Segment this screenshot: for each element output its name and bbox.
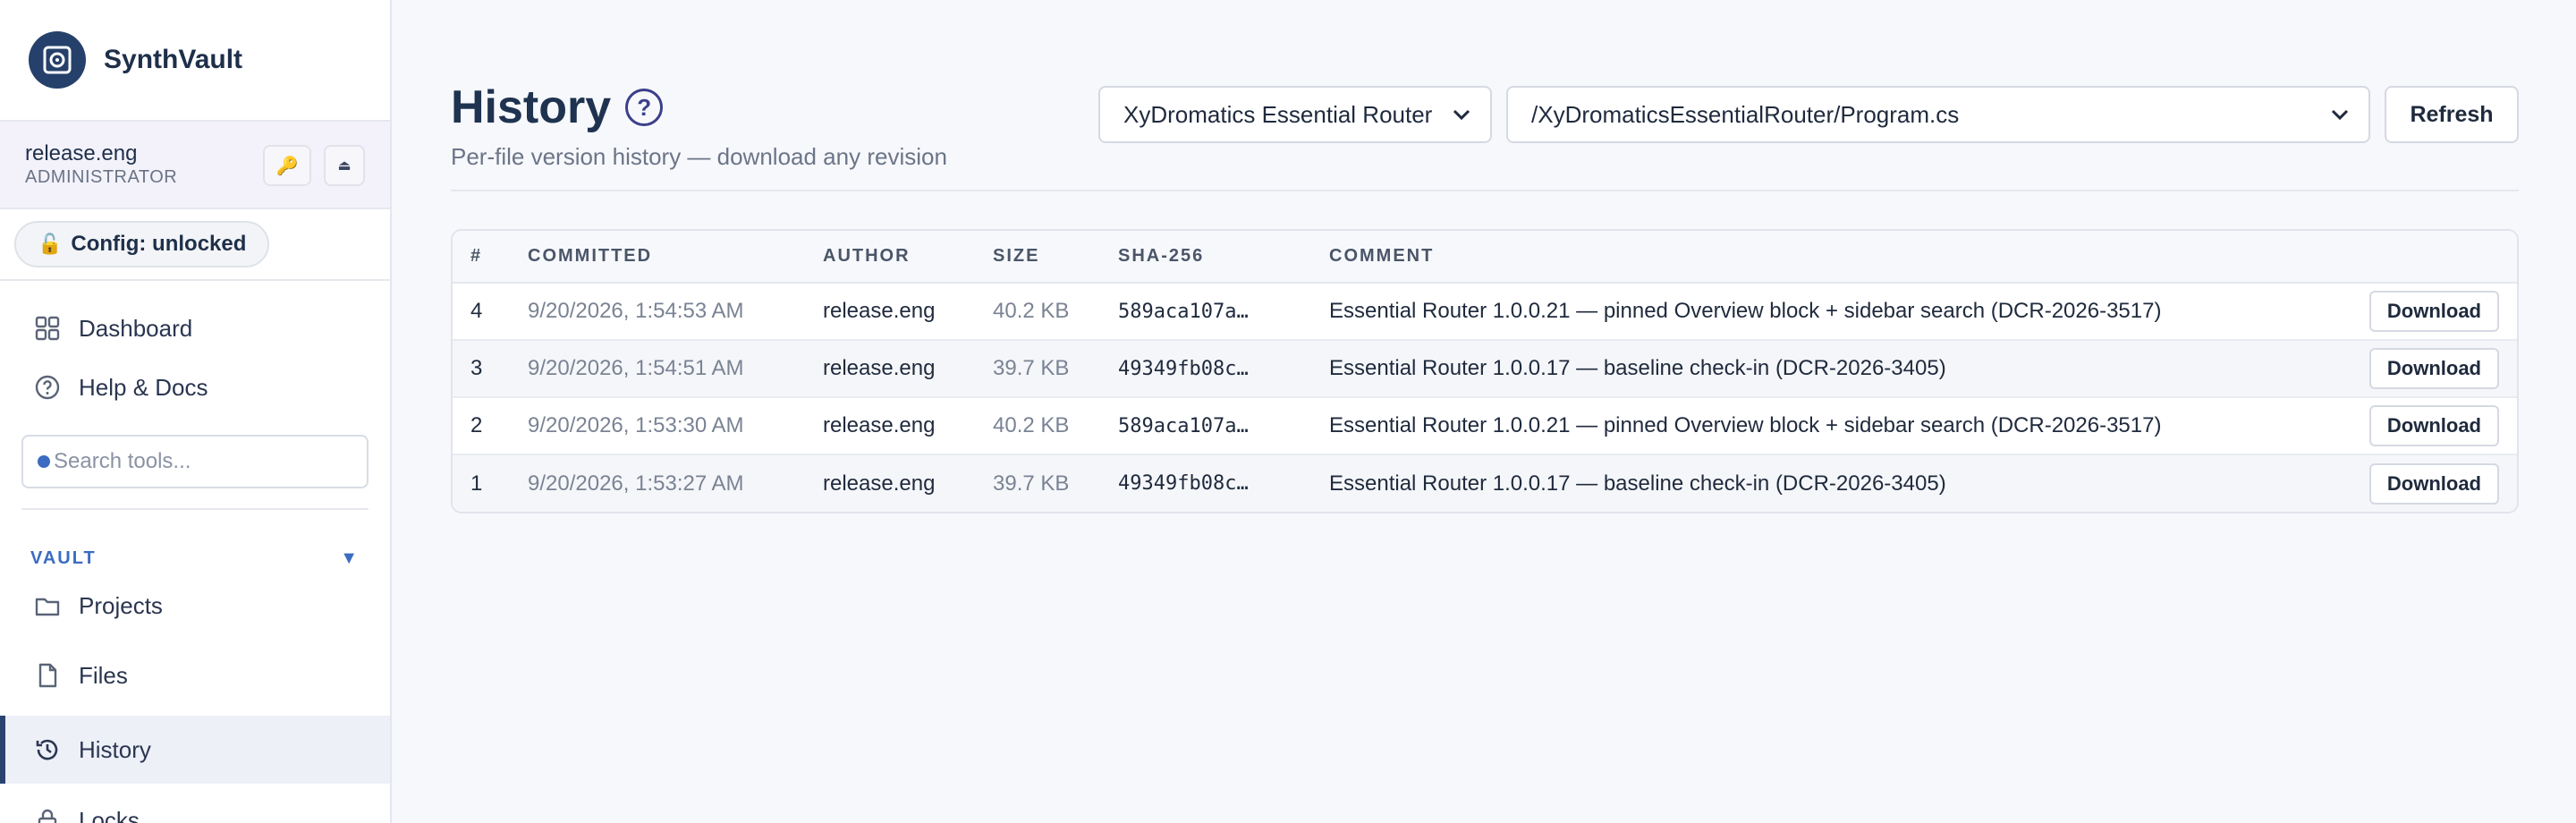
revision-number: 2: [453, 397, 510, 455]
project-select-value: XyDromatics Essential Router: [1123, 100, 1433, 128]
column-header-sha: SHA-256: [1100, 231, 1311, 284]
project-select[interactable]: XyDromatics Essential Router: [1098, 86, 1492, 143]
committed-time: 9/20/2026, 1:53:27 AM: [510, 454, 805, 512]
file-size: 39.7 KB: [975, 340, 1100, 398]
committed-time: 9/20/2026, 1:53:30 AM: [510, 397, 805, 455]
author: release.eng: [805, 283, 975, 341]
file-size: 40.2 KB: [975, 283, 1100, 341]
column-header-committed: COMMITTED: [510, 231, 805, 284]
author: release.eng: [805, 340, 975, 398]
sidebar-item-locks[interactable]: Locks: [0, 791, 390, 823]
commit-comment: Essential Router 1.0.0.17 — baseline che…: [1311, 454, 2338, 512]
user-role: ADMINISTRATOR: [25, 167, 178, 187]
user-card: release.eng ADMINISTRATOR 🔑 ⏏: [0, 122, 390, 209]
sidebar-item-history[interactable]: History: [0, 716, 390, 784]
sidebar: SynthVault release.eng ADMINISTRATOR 🔑 ⏏…: [0, 0, 392, 823]
download-button[interactable]: Download: [2368, 348, 2499, 389]
search-icon: [38, 455, 50, 468]
column-header-actions: [2338, 231, 2517, 284]
section-vault-toggle[interactable]: VAULT ▼: [0, 540, 390, 576]
revision-number: 3: [453, 340, 510, 398]
sha-hash: 49349fb08c…: [1100, 340, 1311, 398]
committed-time: 9/20/2026, 1:54:53 AM: [510, 283, 805, 341]
config-status-label: Config: unlocked: [71, 232, 247, 256]
sidebar-item-label: Locks: [79, 806, 140, 823]
key-icon: 🔑: [275, 156, 299, 176]
user-name: release.eng: [25, 141, 138, 165]
commit-comment: Essential Router 1.0.0.21 — pinned Overv…: [1311, 283, 2338, 341]
sidebar-item-label: Dashboard: [79, 314, 193, 342]
column-header-comment: COMMENT: [1311, 231, 2338, 284]
caret-down-icon: ▼: [340, 547, 360, 568]
config-status-badge[interactable]: 🔓 Config: unlocked: [14, 221, 270, 267]
tool-search-input[interactable]: Search tools...: [21, 435, 369, 488]
column-header-size: SIZE: [975, 231, 1100, 284]
column-header-author: AUTHOR: [805, 231, 975, 284]
author: release.eng: [805, 454, 975, 512]
help-icon[interactable]: ?: [625, 89, 664, 126]
folder-icon: [35, 598, 60, 616]
commit-comment: Essential Router 1.0.0.17 — baseline che…: [1311, 340, 2338, 398]
page-subtitle: Per-file version history — download any …: [451, 143, 947, 170]
table-row: 2 9/20/2026, 1:53:30 AM release.eng 40.2…: [453, 397, 2517, 455]
sidebar-item-label: Files: [79, 661, 128, 689]
brand-name: SynthVault: [104, 45, 243, 74]
sidebar-item-dashboard[interactable]: Dashboard: [0, 299, 390, 358]
sidebar-item-files[interactable]: Files: [0, 646, 390, 705]
table-header-row: # COMMITTED AUTHOR SIZE SHA-256 COMMENT: [453, 231, 2517, 284]
unlocked-lock-icon: 🔓: [38, 233, 63, 255]
revision-number: 1: [453, 454, 510, 512]
sidebar-item-help-docs[interactable]: Help & Docs: [0, 358, 390, 417]
sidebar-item-label: Projects: [79, 591, 163, 619]
file-size: 39.7 KB: [975, 454, 1100, 512]
history-icon: [36, 739, 58, 760]
eject-icon: ⏏: [337, 158, 352, 174]
brand[interactable]: SynthVault: [0, 0, 390, 122]
file-size: 40.2 KB: [975, 397, 1100, 455]
download-button[interactable]: Download: [2368, 405, 2499, 446]
file-select-value: /XyDromaticsEssentialRouter/Program.cs: [1531, 100, 1960, 128]
file-icon: [38, 663, 57, 688]
commit-comment: Essential Router 1.0.0.21 — pinned Overv…: [1311, 397, 2338, 455]
sha-hash: 49349fb08c…: [1100, 454, 1311, 512]
sha-hash: 589aca107a…: [1100, 397, 1311, 455]
chevron-down-icon: [1453, 109, 1470, 121]
table-row: 3 9/20/2026, 1:54:51 AM release.eng 39.7…: [453, 340, 2517, 398]
lock-icon: [38, 809, 57, 823]
search-placeholder: Search tools...: [54, 449, 191, 473]
sidebar-item-label: Help & Docs: [79, 373, 208, 401]
sidebar-item-projects[interactable]: Projects: [0, 576, 390, 635]
history-table: # COMMITTED AUTHOR SIZE SHA-256 COMMENT …: [451, 229, 2519, 513]
page-title-text: History: [451, 81, 612, 133]
main-content: History ? Per-file version history — dow…: [394, 0, 2576, 823]
file-select[interactable]: /XyDromaticsEssentialRouter/Program.cs: [1506, 86, 2370, 143]
key-button[interactable]: 🔑: [263, 145, 311, 186]
header-divider: [451, 190, 2519, 191]
revision-number: 4: [453, 283, 510, 341]
vault-logo-icon: [29, 31, 86, 89]
table-row: 4 9/20/2026, 1:54:53 AM release.eng 40.2…: [453, 283, 2517, 341]
help-circle-icon: [35, 375, 60, 400]
page-title: History ?: [451, 81, 664, 134]
download-button[interactable]: Download: [2368, 291, 2499, 332]
committed-time: 9/20/2026, 1:54:51 AM: [510, 340, 805, 398]
chevron-down-icon: [2331, 109, 2349, 121]
refresh-button[interactable]: Refresh: [2385, 86, 2519, 143]
sidebar-item-label: History: [79, 735, 151, 763]
grid-icon: [35, 316, 60, 341]
author: release.eng: [805, 397, 975, 455]
column-header-num: #: [453, 231, 510, 284]
eject-button[interactable]: ⏏: [324, 145, 365, 186]
sha-hash: 589aca107a…: [1100, 283, 1311, 341]
section-label: VAULT: [30, 547, 97, 568]
download-button[interactable]: Download: [2368, 462, 2499, 505]
table-row: 1 9/20/2026, 1:53:27 AM release.eng 39.7…: [453, 454, 2517, 512]
